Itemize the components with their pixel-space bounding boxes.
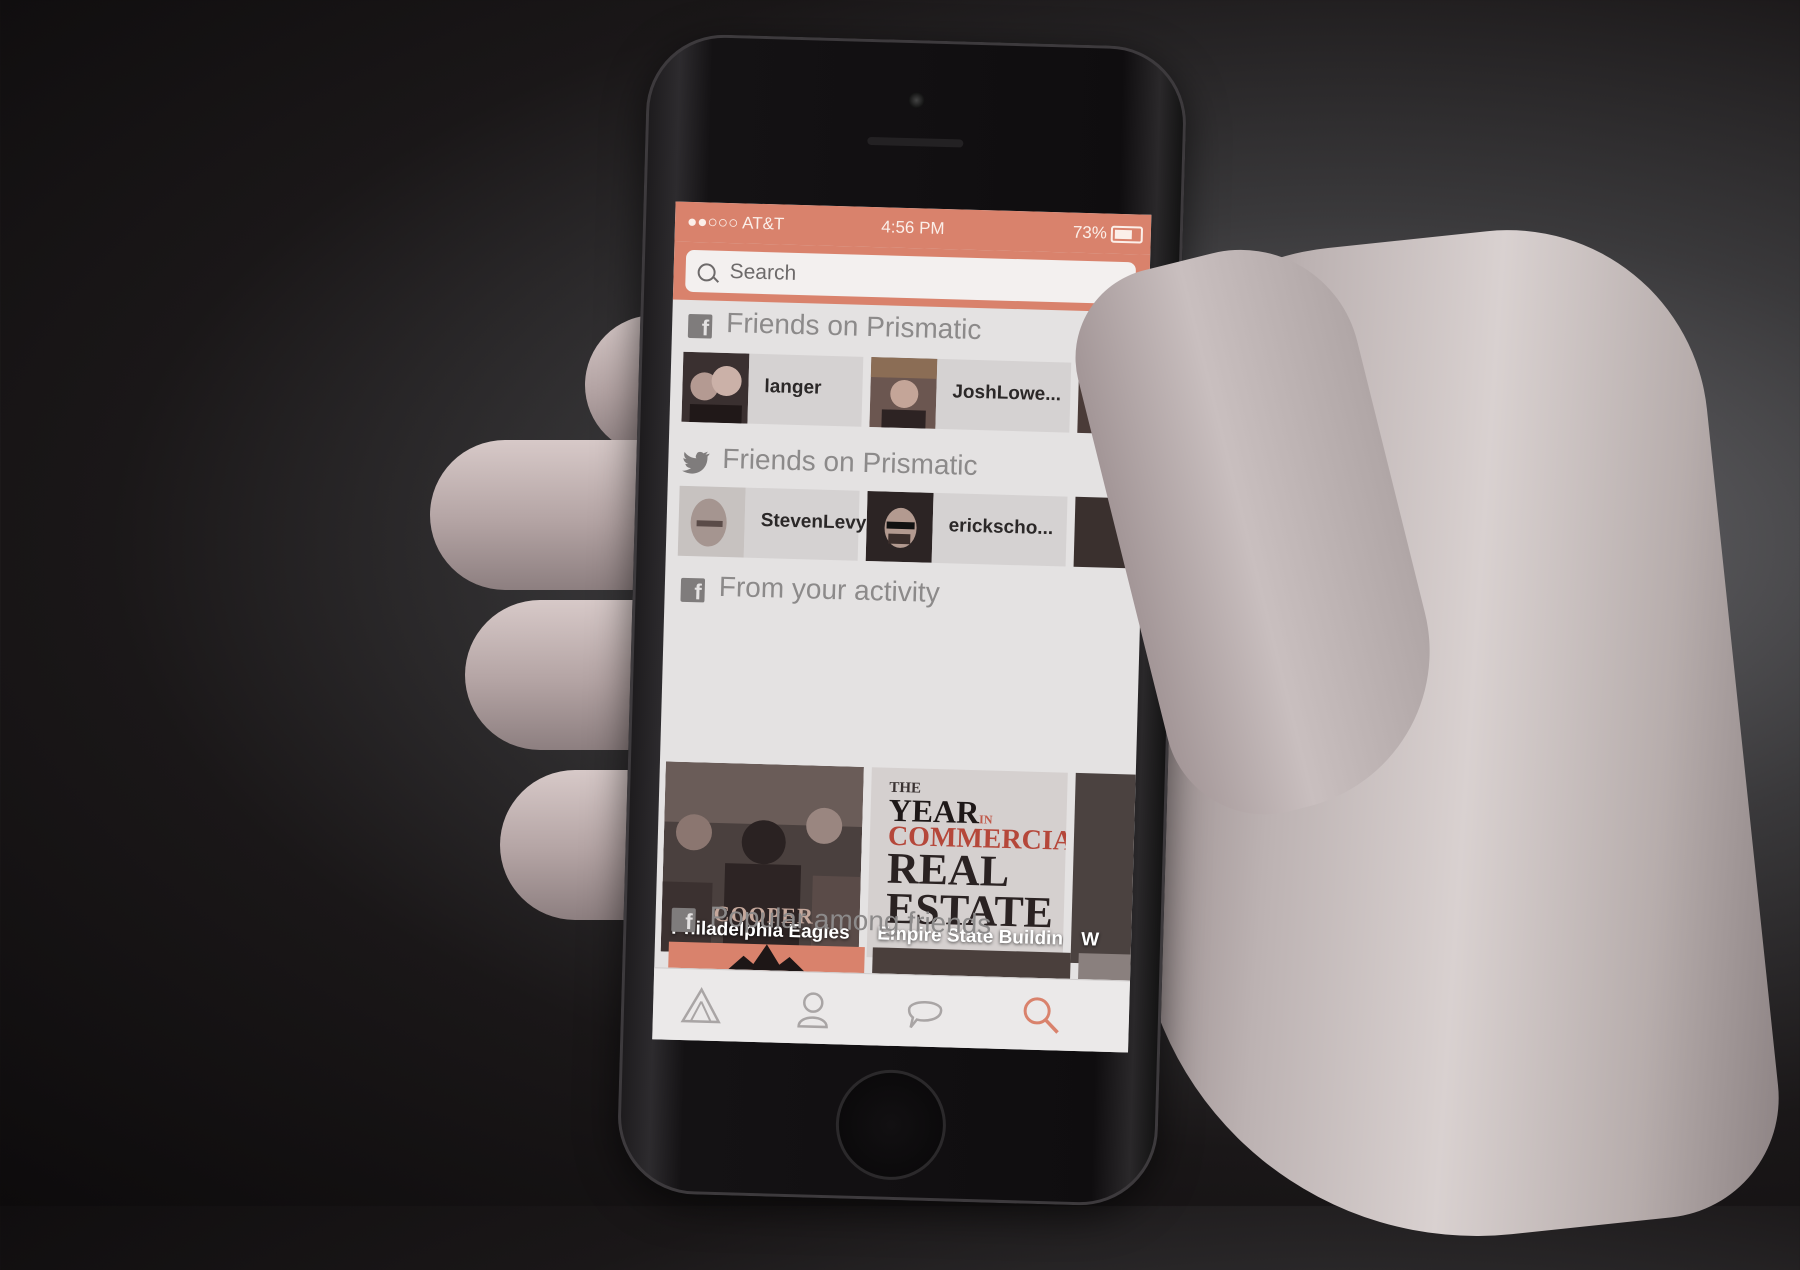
home-tab-icon[interactable] [679,983,724,1028]
avatar [677,485,746,558]
topic-label: W [1080,929,1100,951]
friend-name: JoshLowe... [952,381,1062,406]
battery-percent: 73% [1072,222,1108,243]
profile-tab-icon[interactable] [791,986,836,1031]
avatar [869,357,938,429]
friend-card[interactable]: langer [681,351,864,427]
friend-card[interactable]: erickscho... [865,490,1068,567]
earpiece-speaker [867,136,964,148]
friend-card[interactable]: StevenLevy [677,485,867,561]
front-camera [908,91,925,109]
twitter-icon [682,451,710,474]
facebook-icon: f [687,313,713,339]
topic-card[interactable]: W [1070,772,1136,965]
popular-card[interactable] [1078,953,1131,981]
search-icon [697,263,716,282]
app-screen: ●●○○○ AT&T 4:56 PM 73% f Friends on Pris… [652,201,1152,1053]
tab-bar [652,967,1131,1053]
facebook-icon: f [680,577,706,603]
section-title-facebook-friends: Friends on Prismatic [725,306,982,346]
section-title-twitter-friends: Friends on Prismatic [722,442,978,482]
avatar [865,490,934,563]
search-tab-icon[interactable] [1018,992,1063,1037]
messages-tab-icon[interactable] [902,989,947,1034]
iphone: ●●○○○ AT&T 4:56 PM 73% f Friends on Pris… [615,32,1189,1208]
avatar [681,351,750,424]
friend-name: langer [764,376,822,399]
friend-card[interactable]: JoshLowe... [869,357,1072,433]
home-button[interactable] [834,1068,948,1182]
facebook-icon: f [671,907,696,933]
battery-icon [1110,225,1144,244]
friend-name: StevenLevy [760,510,867,534]
friend-name: erickscho... [948,515,1054,540]
section-title-activity: From your activity [718,570,941,609]
